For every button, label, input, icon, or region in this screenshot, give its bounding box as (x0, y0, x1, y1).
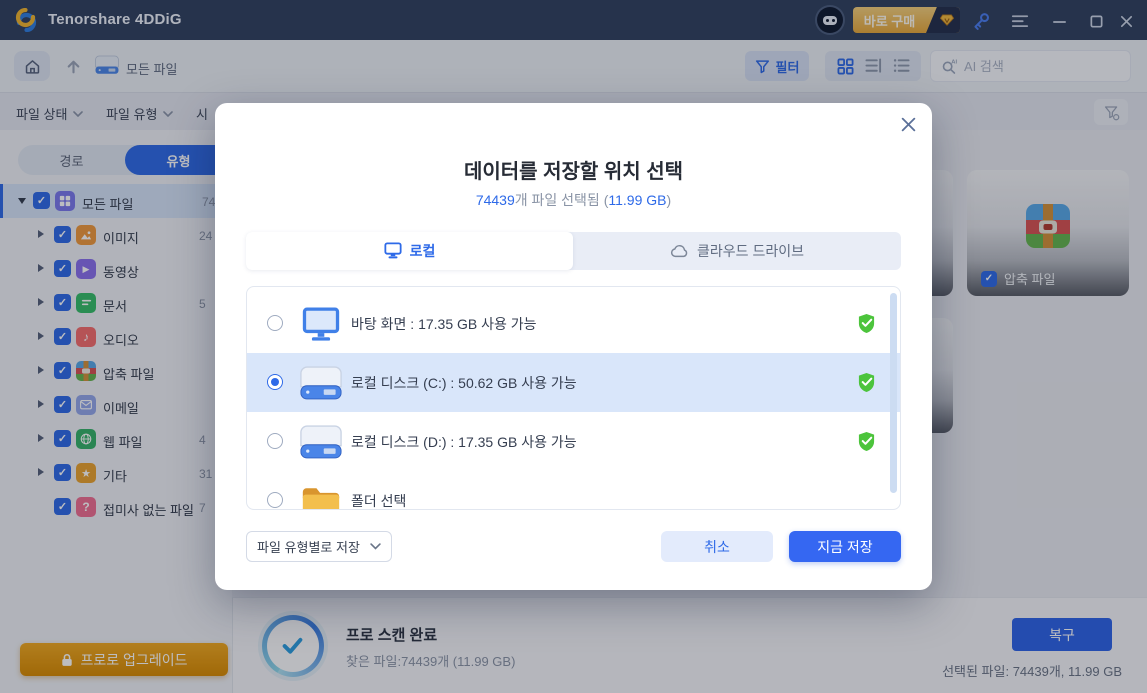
dialog-close-icon[interactable] (898, 114, 918, 134)
dialog-title: 데이터를 저장할 위치 선택 (215, 155, 932, 184)
folder-icon (299, 485, 343, 510)
dialog-subtitle: 74439개 파일 선택됨 (11.99 GB) (215, 190, 932, 210)
health-shield-icon (857, 372, 876, 398)
chevron-down-icon (370, 543, 381, 550)
location-row-select-folder[interactable]: 폴더 선택 (247, 471, 900, 510)
tab-cloud-drive[interactable]: 클라우드 드라이브 (573, 232, 901, 270)
save-location-dialog: 데이터를 저장할 위치 선택 74439개 파일 선택됨 (11.99 GB) … (215, 103, 932, 590)
cancel-button[interactable]: 취소 (661, 531, 773, 562)
health-shield-icon (857, 313, 876, 339)
location-row-disk-d[interactable]: 로컬 디스크 (D:) : 17.35 GB 사용 가능 (247, 412, 900, 471)
disk-icon (299, 424, 343, 459)
app-window: Tenorshare 4DDiG 바로 구매 (0, 0, 1147, 693)
disk-icon (299, 365, 343, 400)
location-row-desktop[interactable]: 바탕 화면 : 17.35 GB 사용 가능 (247, 294, 900, 353)
radio-unselected[interactable] (267, 492, 283, 508)
radio-unselected[interactable] (267, 315, 283, 331)
save-now-button[interactable]: 지금 저장 (789, 531, 901, 562)
save-mode-dropdown[interactable]: 파일 유형별로 저장 (246, 531, 392, 562)
tab-local[interactable]: 로컬 (246, 232, 573, 270)
cloud-icon (670, 244, 689, 258)
monitor-icon (384, 242, 402, 259)
desktop-icon (299, 306, 343, 341)
radio-selected[interactable] (267, 374, 283, 390)
radio-unselected[interactable] (267, 433, 283, 449)
destination-tabs: 로컬 클라우드 드라이브 (246, 232, 901, 270)
health-shield-icon (857, 431, 876, 457)
location-list: 바탕 화면 : 17.35 GB 사용 가능 로컬 디스크 (C:) : 50.… (246, 286, 901, 510)
list-scrollbar[interactable] (890, 293, 897, 493)
location-row-disk-c[interactable]: 로컬 디스크 (C:) : 50.62 GB 사용 가능 (247, 353, 900, 412)
